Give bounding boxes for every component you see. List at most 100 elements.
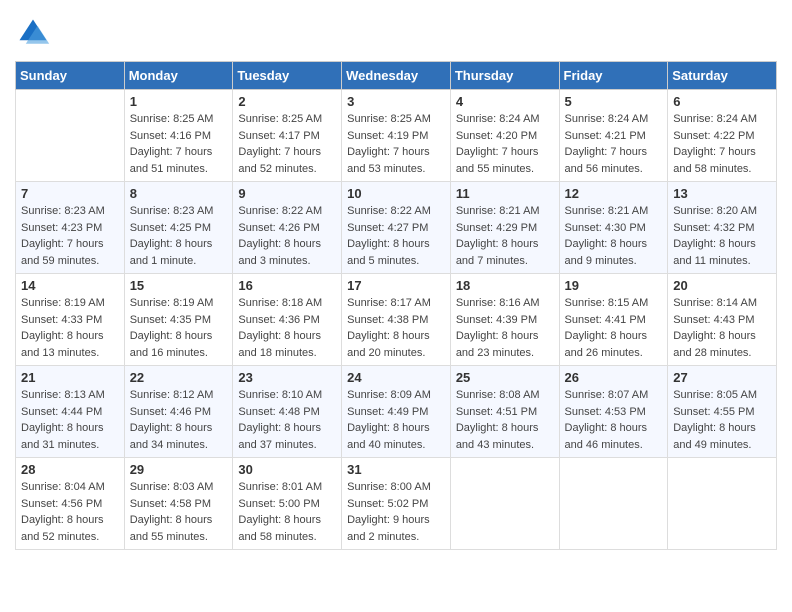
calendar-cell: 29 Sunrise: 8:03 AM Sunset: 4:58 PM Dayli… xyxy=(124,458,233,550)
calendar-cell: 17 Sunrise: 8:17 AM Sunset: 4:38 PM Dayli… xyxy=(342,274,451,366)
day-info: Sunrise: 8:04 AM Sunset: 4:56 PM Dayligh… xyxy=(21,479,119,545)
calendar-week-row: 7 Sunrise: 8:23 AM Sunset: 4:23 PM Daylig… xyxy=(16,182,777,274)
day-number: 20 xyxy=(673,278,771,293)
day-info: Sunrise: 8:09 AM Sunset: 4:49 PM Dayligh… xyxy=(347,387,445,453)
day-info: Sunrise: 8:05 AM Sunset: 4:55 PM Dayligh… xyxy=(673,387,771,453)
day-number: 26 xyxy=(565,370,663,385)
day-number: 13 xyxy=(673,186,771,201)
day-info: Sunrise: 8:22 AM Sunset: 4:26 PM Dayligh… xyxy=(238,203,336,269)
day-number: 14 xyxy=(21,278,119,293)
day-number: 3 xyxy=(347,94,445,109)
day-number: 19 xyxy=(565,278,663,293)
calendar-cell: 14 Sunrise: 8:19 AM Sunset: 4:33 PM Dayli… xyxy=(16,274,125,366)
day-number: 6 xyxy=(673,94,771,109)
calendar-cell: 16 Sunrise: 8:18 AM Sunset: 4:36 PM Dayli… xyxy=(233,274,342,366)
day-info: Sunrise: 8:25 AM Sunset: 4:19 PM Dayligh… xyxy=(347,111,445,177)
calendar-cell: 27 Sunrise: 8:05 AM Sunset: 4:55 PM Dayli… xyxy=(668,366,777,458)
day-number: 31 xyxy=(347,462,445,477)
day-info: Sunrise: 8:25 AM Sunset: 4:16 PM Dayligh… xyxy=(130,111,228,177)
calendar-cell: 6 Sunrise: 8:24 AM Sunset: 4:22 PM Daylig… xyxy=(668,90,777,182)
day-info: Sunrise: 8:24 AM Sunset: 4:22 PM Dayligh… xyxy=(673,111,771,177)
day-info: Sunrise: 8:19 AM Sunset: 4:33 PM Dayligh… xyxy=(21,295,119,361)
day-info: Sunrise: 8:24 AM Sunset: 4:21 PM Dayligh… xyxy=(565,111,663,177)
calendar-week-row: 21 Sunrise: 8:13 AM Sunset: 4:44 PM Dayli… xyxy=(16,366,777,458)
calendar-cell xyxy=(16,90,125,182)
calendar-week-row: 1 Sunrise: 8:25 AM Sunset: 4:16 PM Daylig… xyxy=(16,90,777,182)
calendar-cell: 4 Sunrise: 8:24 AM Sunset: 4:20 PM Daylig… xyxy=(450,90,559,182)
day-info: Sunrise: 8:25 AM Sunset: 4:17 PM Dayligh… xyxy=(238,111,336,177)
day-number: 24 xyxy=(347,370,445,385)
calendar-cell: 2 Sunrise: 8:25 AM Sunset: 4:17 PM Daylig… xyxy=(233,90,342,182)
day-of-week-header: Friday xyxy=(559,62,668,90)
calendar-table: SundayMondayTuesdayWednesdayThursdayFrid… xyxy=(15,61,777,550)
day-info: Sunrise: 8:17 AM Sunset: 4:38 PM Dayligh… xyxy=(347,295,445,361)
calendar-cell: 13 Sunrise: 8:20 AM Sunset: 4:32 PM Dayli… xyxy=(668,182,777,274)
day-of-week-header: Wednesday xyxy=(342,62,451,90)
calendar-cell: 31 Sunrise: 8:00 AM Sunset: 5:02 PM Dayli… xyxy=(342,458,451,550)
day-info: Sunrise: 8:20 AM Sunset: 4:32 PM Dayligh… xyxy=(673,203,771,269)
day-number: 12 xyxy=(565,186,663,201)
calendar-cell: 1 Sunrise: 8:25 AM Sunset: 4:16 PM Daylig… xyxy=(124,90,233,182)
calendar-cell xyxy=(450,458,559,550)
calendar-cell: 8Sunrise: 8:23 AM Sunset: 4:25 PM Daylig… xyxy=(124,182,233,274)
day-number: 1 xyxy=(130,94,228,109)
day-number: 4 xyxy=(456,94,554,109)
day-number: 11 xyxy=(456,186,554,201)
calendar-cell: 5Sunrise: 8:24 AM Sunset: 4:21 PM Daylig… xyxy=(559,90,668,182)
calendar-cell: 25 Sunrise: 8:08 AM Sunset: 4:51 PM Dayli… xyxy=(450,366,559,458)
calendar-cell: 18 Sunrise: 8:16 AM Sunset: 4:39 PM Dayli… xyxy=(450,274,559,366)
calendar-week-row: 14 Sunrise: 8:19 AM Sunset: 4:33 PM Dayli… xyxy=(16,274,777,366)
day-number: 30 xyxy=(238,462,336,477)
calendar-cell: 15 Sunrise: 8:19 AM Sunset: 4:35 PM Dayli… xyxy=(124,274,233,366)
day-number: 2 xyxy=(238,94,336,109)
day-number: 15 xyxy=(130,278,228,293)
day-info: Sunrise: 8:14 AM Sunset: 4:43 PM Dayligh… xyxy=(673,295,771,361)
calendar-cell: 21 Sunrise: 8:13 AM Sunset: 4:44 PM Dayli… xyxy=(16,366,125,458)
day-info: Sunrise: 8:19 AM Sunset: 4:35 PM Dayligh… xyxy=(130,295,228,361)
day-info: Sunrise: 8:23 AM Sunset: 4:23 PM Dayligh… xyxy=(21,203,119,269)
calendar-week-row: 28Sunrise: 8:04 AM Sunset: 4:56 PM Dayli… xyxy=(16,458,777,550)
day-info: Sunrise: 8:07 AM Sunset: 4:53 PM Dayligh… xyxy=(565,387,663,453)
logo xyxy=(15,15,55,51)
calendar-body: 1 Sunrise: 8:25 AM Sunset: 4:16 PM Daylig… xyxy=(16,90,777,550)
day-info: Sunrise: 8:18 AM Sunset: 4:36 PM Dayligh… xyxy=(238,295,336,361)
day-info: Sunrise: 8:15 AM Sunset: 4:41 PM Dayligh… xyxy=(565,295,663,361)
day-info: Sunrise: 8:10 AM Sunset: 4:48 PM Dayligh… xyxy=(238,387,336,453)
day-of-week-header: Thursday xyxy=(450,62,559,90)
day-number: 25 xyxy=(456,370,554,385)
day-of-week-header: Tuesday xyxy=(233,62,342,90)
day-number: 16 xyxy=(238,278,336,293)
calendar-cell: 12 Sunrise: 8:21 AM Sunset: 4:30 PM Dayli… xyxy=(559,182,668,274)
calendar-cell: 28Sunrise: 8:04 AM Sunset: 4:56 PM Dayli… xyxy=(16,458,125,550)
day-info: Sunrise: 8:03 AM Sunset: 4:58 PM Dayligh… xyxy=(130,479,228,545)
day-info: Sunrise: 8:01 AM Sunset: 5:00 PM Dayligh… xyxy=(238,479,336,545)
day-info: Sunrise: 8:23 AM Sunset: 4:25 PM Dayligh… xyxy=(130,203,228,269)
logo-icon xyxy=(15,15,51,51)
calendar-cell: 9Sunrise: 8:22 AM Sunset: 4:26 PM Daylig… xyxy=(233,182,342,274)
day-number: 29 xyxy=(130,462,228,477)
day-number: 21 xyxy=(21,370,119,385)
calendar-cell: 20 Sunrise: 8:14 AM Sunset: 4:43 PM Dayli… xyxy=(668,274,777,366)
calendar-cell: 23 Sunrise: 8:10 AM Sunset: 4:48 PM Dayli… xyxy=(233,366,342,458)
calendar-cell: 19 Sunrise: 8:15 AM Sunset: 4:41 PM Dayli… xyxy=(559,274,668,366)
day-info: Sunrise: 8:12 AM Sunset: 4:46 PM Dayligh… xyxy=(130,387,228,453)
day-number: 27 xyxy=(673,370,771,385)
calendar-cell: 24 Sunrise: 8:09 AM Sunset: 4:49 PM Dayli… xyxy=(342,366,451,458)
day-number: 18 xyxy=(456,278,554,293)
day-info: Sunrise: 8:22 AM Sunset: 4:27 PM Dayligh… xyxy=(347,203,445,269)
day-of-week-header: Monday xyxy=(124,62,233,90)
calendar-cell: 22Sunrise: 8:12 AM Sunset: 4:46 PM Dayli… xyxy=(124,366,233,458)
days-of-week-row: SundayMondayTuesdayWednesdayThursdayFrid… xyxy=(16,62,777,90)
day-number: 7 xyxy=(21,186,119,201)
day-info: Sunrise: 8:16 AM Sunset: 4:39 PM Dayligh… xyxy=(456,295,554,361)
day-number: 17 xyxy=(347,278,445,293)
day-info: Sunrise: 8:08 AM Sunset: 4:51 PM Dayligh… xyxy=(456,387,554,453)
day-info: Sunrise: 8:21 AM Sunset: 4:30 PM Dayligh… xyxy=(565,203,663,269)
calendar-cell: 10Sunrise: 8:22 AM Sunset: 4:27 PM Dayli… xyxy=(342,182,451,274)
day-info: Sunrise: 8:24 AM Sunset: 4:20 PM Dayligh… xyxy=(456,111,554,177)
day-info: Sunrise: 8:00 AM Sunset: 5:02 PM Dayligh… xyxy=(347,479,445,545)
day-number: 23 xyxy=(238,370,336,385)
calendar-cell: 26 Sunrise: 8:07 AM Sunset: 4:53 PM Dayli… xyxy=(559,366,668,458)
day-info: Sunrise: 8:13 AM Sunset: 4:44 PM Dayligh… xyxy=(21,387,119,453)
calendar-cell: 11Sunrise: 8:21 AM Sunset: 4:29 PM Dayli… xyxy=(450,182,559,274)
